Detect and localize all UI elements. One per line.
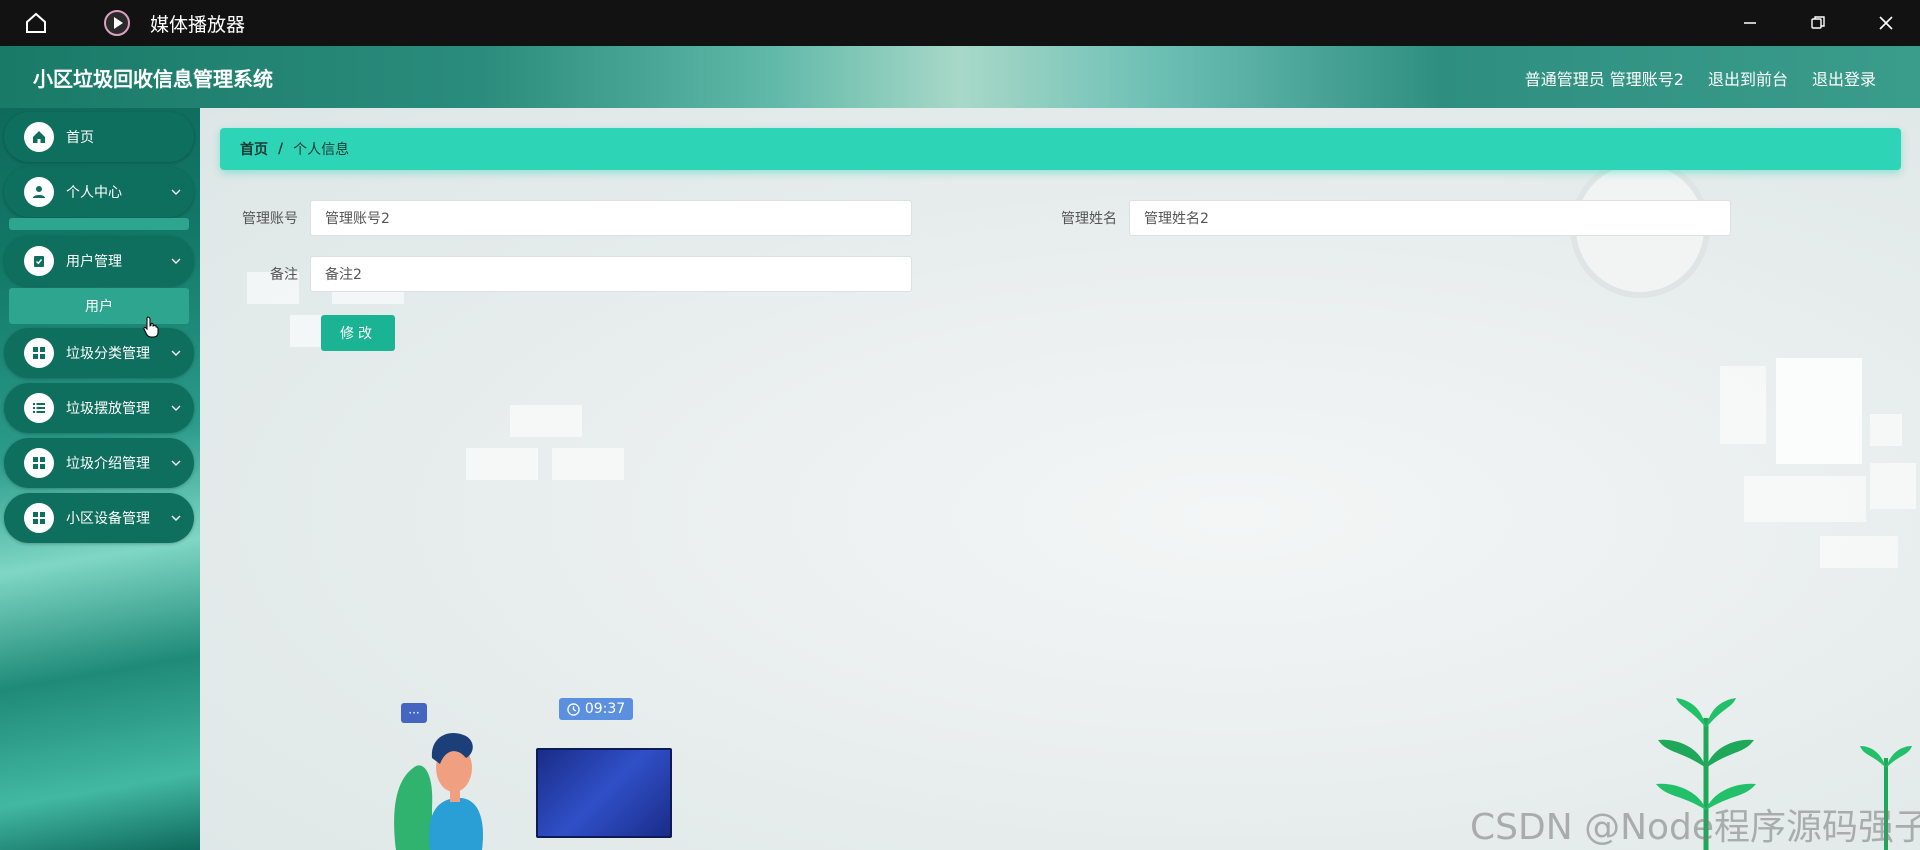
- app-header: 小区垃圾回收信息管理系统 普通管理员 管理账号2 退出到前台 退出登录: [0, 46, 1920, 108]
- decor-block: [1870, 414, 1902, 446]
- decor-block: [1776, 358, 1862, 464]
- grid-icon: [24, 338, 54, 368]
- decor-block: [510, 405, 582, 437]
- sidebar-item-label: 垃圾分类管理: [66, 346, 150, 362]
- sidebar: 首页 个人中心 用户管理 用户 垃圾分类管理 垃圾摆放管理 垃圾介绍管理 小区设…: [0, 108, 200, 850]
- note-field[interactable]: [310, 256, 912, 292]
- breadcrumb-current: 个人信息: [293, 142, 350, 158]
- logout-link[interactable]: 退出登录: [1812, 66, 1876, 90]
- sidebar-item-waste-placement[interactable]: 垃圾摆放管理: [4, 383, 194, 433]
- window-controls: [1716, 0, 1920, 46]
- header-actions: 普通管理员 管理账号2 退出到前台 退出登录: [1525, 66, 1876, 90]
- restore-button[interactable]: [1784, 0, 1852, 46]
- name-row: 管理姓名: [1039, 200, 1731, 236]
- breadcrumb: 首页 / 个人信息: [220, 128, 1901, 170]
- monitor-illustration: [536, 748, 672, 838]
- user-info: 普通管理员 管理账号2: [1524, 70, 1684, 89]
- sidebar-item-waste-intro[interactable]: 垃圾介绍管理: [4, 438, 194, 488]
- chevron-down-icon: [170, 255, 182, 267]
- watermark: CSDN @Node程序源码强子: [1470, 807, 1920, 848]
- sidebar-item-label: 首页: [66, 130, 94, 146]
- close-button[interactable]: [1852, 0, 1920, 46]
- time-badge-text: 09:37: [584, 701, 626, 717]
- name-field[interactable]: [1129, 200, 1731, 236]
- decor-block: [1820, 536, 1898, 568]
- person-illustration: [394, 732, 483, 850]
- name-label: 管理姓名: [1061, 211, 1117, 227]
- clock-icon: [567, 702, 580, 716]
- decor-block: [466, 448, 538, 480]
- decor-block: [1870, 463, 1916, 509]
- hand-cursor-icon: [143, 316, 159, 338]
- sidebar-item-home[interactable]: 首页: [4, 112, 194, 162]
- note-row: 备注: [220, 256, 912, 292]
- breadcrumb-home[interactable]: 首页: [240, 139, 268, 159]
- minimize-button[interactable]: [1716, 0, 1784, 46]
- grid-icon: [24, 503, 54, 533]
- main-content: ··· 09:37 首页 / 个人信息 管理账号 管理姓名: [200, 108, 1920, 850]
- goto-front-link[interactable]: 退出到前台: [1708, 66, 1788, 90]
- decor-block: [1720, 366, 1766, 444]
- grid-icon: [24, 448, 54, 478]
- submit-button[interactable]: 修改: [321, 315, 395, 351]
- home-icon: [24, 122, 54, 152]
- user-icon: [24, 177, 54, 207]
- sidebar-subitem-label: 用户: [85, 299, 113, 315]
- sidebar-item-devices[interactable]: 小区设备管理: [4, 493, 194, 543]
- sidebar-item-label: 个人中心: [66, 185, 122, 201]
- breadcrumb-separator: /: [278, 141, 284, 157]
- chevron-down-icon: [170, 347, 182, 359]
- list-icon: [24, 393, 54, 423]
- time-badge: 09:37: [559, 698, 633, 720]
- account-field[interactable]: [310, 200, 912, 236]
- sidebar-item-label: 用户管理: [66, 254, 122, 270]
- chevron-down-icon: [170, 402, 182, 414]
- media-player-icon: [102, 8, 132, 38]
- submenu-collapsed: [9, 218, 189, 230]
- chevron-down-icon: [170, 186, 182, 198]
- sidebar-item-label: 小区设备管理: [66, 511, 150, 527]
- decor-block: [1744, 476, 1866, 522]
- account-label: 管理账号: [242, 211, 298, 227]
- window-title: 媒体播放器: [150, 13, 246, 36]
- home-icon[interactable]: [18, 5, 54, 41]
- decor-block: [552, 448, 624, 480]
- chevron-down-icon: [170, 457, 182, 469]
- sidebar-item-label: 垃圾摆放管理: [66, 401, 150, 417]
- account-row: 管理账号: [220, 200, 912, 236]
- sidebar-subitem-user[interactable]: 用户: [9, 288, 189, 324]
- sidebar-item-personal[interactable]: 个人中心: [4, 167, 194, 217]
- window-titlebar: 媒体播放器: [0, 0, 1920, 46]
- app-title: 小区垃圾回收信息管理系统: [33, 67, 273, 91]
- chevron-down-icon: [170, 512, 182, 524]
- note-label: 备注: [270, 267, 298, 283]
- sidebar-item-waste-category[interactable]: 垃圾分类管理: [4, 328, 194, 378]
- sidebar-item-label: 垃圾介绍管理: [66, 456, 150, 472]
- clipboard-icon: [24, 246, 54, 276]
- sidebar-item-users[interactable]: 用户管理: [4, 236, 194, 286]
